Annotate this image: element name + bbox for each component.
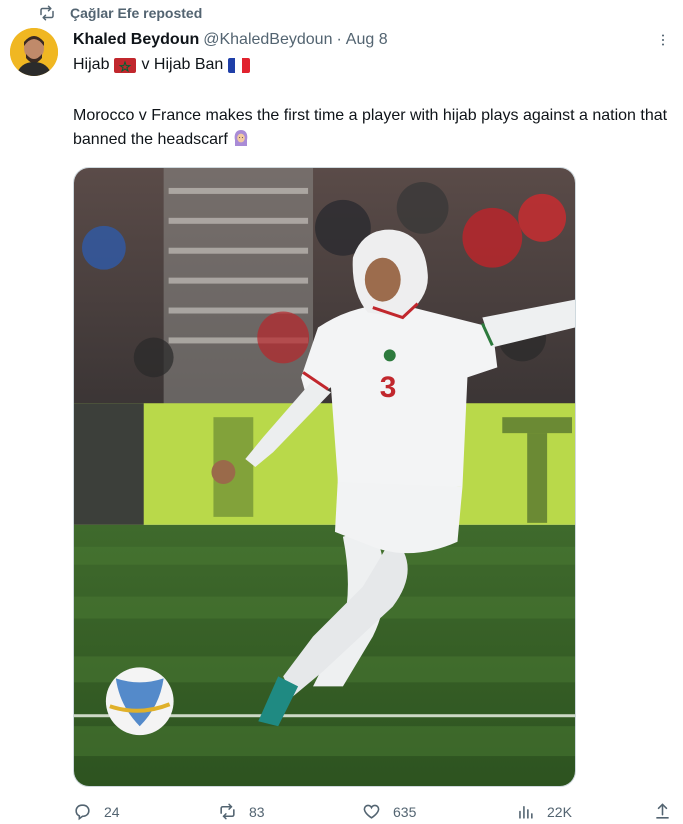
action-bar: 24 83 635 22K <box>73 800 673 824</box>
morocco-flag-icon <box>114 57 137 73</box>
views-button[interactable]: 22K <box>516 802 572 821</box>
views-chart-icon <box>519 805 533 819</box>
heart-icon <box>363 804 380 819</box>
repost-button[interactable]: 83 <box>218 802 265 821</box>
repost-count: 83 <box>249 803 265 820</box>
tweet-date[interactable]: Aug 8 <box>346 31 388 49</box>
author-handle[interactable]: @KhaledBeydoun <box>203 31 332 49</box>
headline-left: Hijab <box>73 56 110 73</box>
reply-icon <box>75 804 90 821</box>
reply-count: 24 <box>104 803 120 820</box>
tweet-body-text: Morocco v France makes the first time a … <box>73 107 668 148</box>
more-icon <box>661 34 665 46</box>
repost-icon <box>40 5 54 21</box>
reply-button[interactable]: 24 <box>73 802 120 821</box>
tweet-header: Khaled Beydoun @KhaledBeydoun · Aug 8 <box>73 29 388 51</box>
tweet-body: Morocco v France makes the first time a … <box>73 104 673 152</box>
like-button[interactable]: 635 <box>362 802 416 821</box>
woman-with-headscarf-icon <box>232 129 250 147</box>
tweet-photo[interactable]: 3 <box>73 167 576 787</box>
avatar[interactable] <box>10 28 58 76</box>
views-count: 22K <box>547 803 572 820</box>
football-photo: 3 <box>74 168 575 786</box>
jersey-number: 3 <box>380 371 397 404</box>
share-button[interactable] <box>653 802 672 821</box>
repost-indicator[interactable]: Çağlar Efe reposted <box>38 5 202 21</box>
repost-icon <box>220 803 235 820</box>
tweet-headline: Hijab v Hijab Ban <box>73 56 251 74</box>
share-icon <box>656 803 669 819</box>
separator-dot: · <box>336 31 342 48</box>
like-count: 635 <box>393 803 417 820</box>
author-name[interactable]: Khaled Beydoun <box>73 31 199 49</box>
repost-text: Çağlar Efe reposted <box>70 5 203 21</box>
headline-mid: v Hijab Ban <box>141 56 224 73</box>
more-options-button[interactable] <box>653 30 673 50</box>
france-flag-icon <box>228 57 251 73</box>
